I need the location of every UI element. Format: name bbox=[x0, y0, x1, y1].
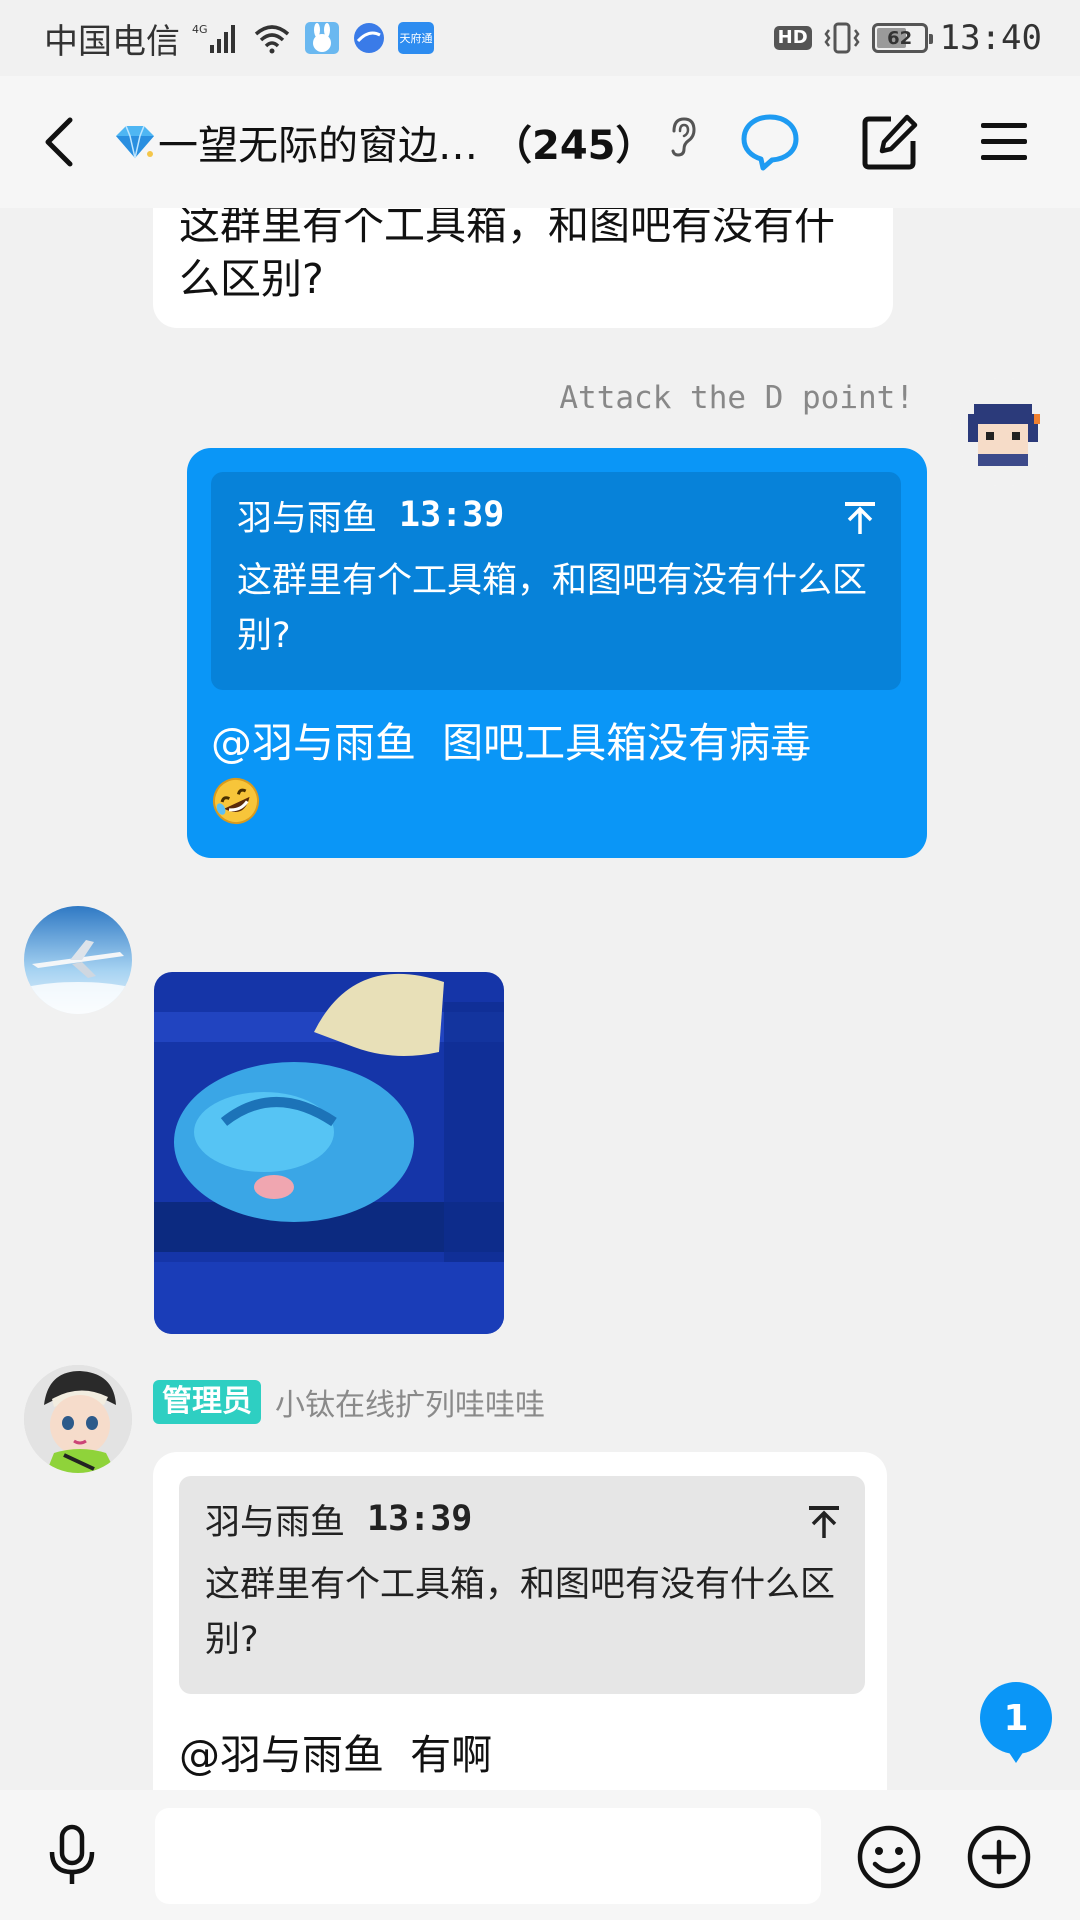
rabbit-app-icon bbox=[304, 21, 340, 55]
back-button[interactable] bbox=[36, 112, 86, 172]
admin-reply-bubble[interactable]: 羽与雨鱼 13:39 这群里有个工具箱，和图吧有没有什么区别? @羽与雨鱼 有啊 bbox=[153, 1452, 887, 1790]
input-bar bbox=[0, 1790, 1080, 1920]
carrier-label: 中国电信 bbox=[44, 21, 180, 62]
sender-nickname: Attack the D point! bbox=[559, 380, 914, 416]
my-reply-bubble[interactable]: 羽与雨鱼 13:39 这群里有个工具箱，和图吧有没有什么区别? @羽与雨鱼 图吧… bbox=[187, 448, 927, 858]
quote-time: 13:39 bbox=[367, 1499, 473, 1539]
voice-button[interactable] bbox=[40, 1824, 104, 1888]
microphone-icon bbox=[49, 1824, 95, 1884]
vibrate-icon bbox=[824, 21, 860, 55]
hd-badge: HD bbox=[773, 26, 812, 50]
smiley-icon bbox=[857, 1825, 921, 1889]
avatar[interactable] bbox=[950, 378, 1058, 486]
jump-to-top-icon[interactable] bbox=[843, 500, 877, 540]
quote-text: 这群里有个工具箱，和图吧有没有什么区别? bbox=[205, 1565, 836, 1660]
status-left: 中国电信 4G 天府通 bbox=[44, 14, 434, 63]
svg-text:4G: 4G bbox=[192, 23, 208, 36]
browser-app-icon bbox=[352, 21, 386, 55]
edit-button[interactable] bbox=[854, 106, 926, 178]
message-text: 这群里有个工具箱，和图吧有没有什么区别? bbox=[179, 208, 835, 303]
group-title[interactable]: 一望无际的窗边… （245） bbox=[112, 112, 700, 172]
status-bar: 中国电信 4G 天府通 HD 62 13:40 bbox=[0, 0, 1080, 76]
transit-app-icon: 天府通 bbox=[398, 22, 434, 54]
quote-time: 13:39 bbox=[399, 495, 505, 535]
avatar[interactable] bbox=[24, 1365, 132, 1473]
message-content: @羽与雨鱼 有啊 bbox=[179, 1728, 492, 1782]
battery-icon: 62 bbox=[871, 23, 933, 53]
message-list[interactable]: 这群里有个工具箱，和图吧有没有什么区别? Attack the D point!… bbox=[0, 208, 1080, 1790]
wifi-icon bbox=[252, 22, 292, 54]
avatar[interactable] bbox=[24, 906, 132, 1014]
plus-icon bbox=[967, 1825, 1031, 1889]
rofl-emoji-icon bbox=[211, 776, 261, 839]
chat-tab-button[interactable] bbox=[734, 106, 806, 178]
quoted-message[interactable]: 羽与雨鱼 13:39 这群里有个工具箱，和图吧有没有什么区别? bbox=[211, 472, 901, 690]
battery-level: 62 bbox=[887, 27, 913, 49]
menu-button[interactable] bbox=[968, 106, 1040, 178]
quote-text: 这群里有个工具箱，和图吧有没有什么区别? bbox=[237, 561, 868, 656]
unread-count-badge[interactable]: 1 bbox=[980, 1682, 1052, 1763]
clock: 13:40 bbox=[939, 18, 1042, 58]
message-text: 图吧工具箱没有病毒 bbox=[442, 719, 812, 767]
message-text: 有啊 bbox=[410, 1731, 493, 1779]
sender-info: 管理员 小钛在线扩列哇哇哇 bbox=[153, 1380, 545, 1424]
menu-icon bbox=[981, 123, 1027, 160]
quote-author: 羽与雨鱼 bbox=[205, 1502, 346, 1543]
diamond-icon bbox=[116, 125, 154, 159]
jump-to-top-icon[interactable] bbox=[807, 1504, 841, 1544]
sender-nickname[interactable]: 小钛在线扩列哇哇哇 bbox=[275, 1380, 545, 1424]
ear-icon[interactable] bbox=[666, 115, 700, 169]
quoted-message[interactable]: 羽与雨鱼 13:39 这群里有个工具箱，和图吧有没有什么区别? bbox=[179, 1476, 865, 1694]
chat-header: 一望无际的窗边… （245） bbox=[0, 76, 1080, 276]
edit-icon bbox=[862, 114, 918, 170]
group-name: 一望无际的窗边… bbox=[158, 123, 478, 169]
admin-badge: 管理员 bbox=[153, 1380, 261, 1424]
signal-icon: 4G bbox=[192, 21, 240, 55]
message-bubble[interactable]: 这群里有个工具箱，和图吧有没有什么区别? bbox=[153, 208, 893, 328]
emoji-button[interactable] bbox=[856, 1824, 922, 1890]
status-right: HD 62 13:40 bbox=[773, 18, 1042, 58]
chat-icon bbox=[741, 114, 799, 171]
more-button[interactable] bbox=[966, 1824, 1032, 1890]
message-input[interactable] bbox=[155, 1808, 821, 1904]
message-content: @羽与雨鱼 图吧工具箱没有病毒 bbox=[211, 716, 903, 839]
mention[interactable]: @羽与雨鱼 bbox=[211, 719, 416, 767]
back-icon bbox=[45, 117, 73, 167]
quote-author: 羽与雨鱼 bbox=[237, 498, 378, 539]
sticker-image[interactable] bbox=[154, 972, 504, 1334]
mention[interactable]: @羽与雨鱼 bbox=[179, 1731, 384, 1779]
member-count: （245） bbox=[492, 123, 656, 169]
